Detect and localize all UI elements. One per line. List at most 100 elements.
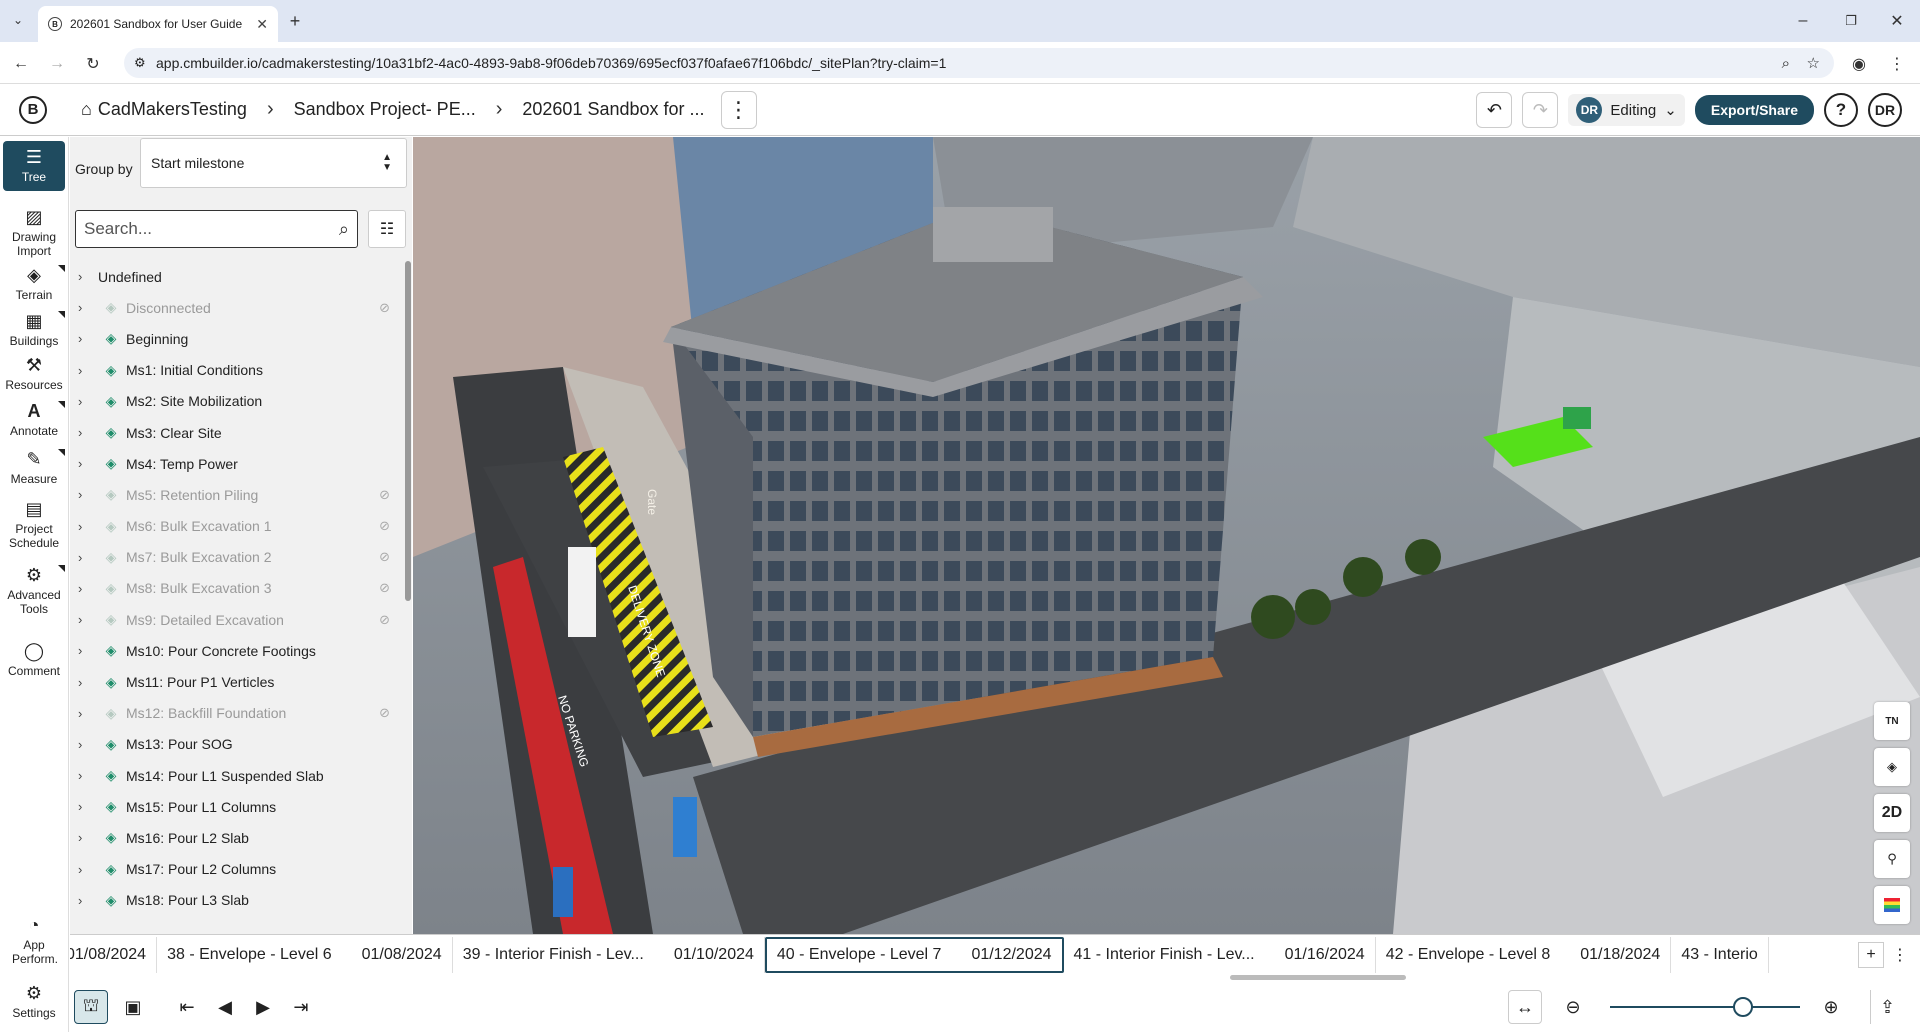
timeline-step[interactable]: 40 - Envelope - Level 7 01/12/2024	[764, 936, 1064, 973]
user-avatar[interactable]: DR	[1868, 93, 1902, 127]
presentation-button[interactable]: ▣	[116, 990, 150, 1024]
last-step-button[interactable]: ⇥	[284, 990, 318, 1024]
chevron-right-icon[interactable]: ›	[78, 487, 92, 502]
rail-resources[interactable]: ⚒ Resources	[3, 355, 65, 392]
tree-row[interactable]: › ◈ Ms10: Pour Concrete Footings	[70, 635, 404, 666]
panel-scrollbar[interactable]	[404, 261, 412, 921]
chevron-right-icon[interactable]: ›	[78, 394, 92, 409]
site-view-button[interactable]: ⛫	[74, 990, 108, 1024]
tree-row[interactable]: › ◈ Ms2: Site Mobilization	[70, 386, 404, 417]
zoom-slider-track[interactable]	[1610, 1006, 1800, 1008]
tree-row[interactable]: › ◈ Ms4: Temp Power	[70, 448, 404, 479]
site-info-icon[interactable]: ⚙	[134, 55, 146, 71]
timeline-scrollbar[interactable]	[1230, 975, 1406, 980]
3d-viewport[interactable]: NO PARKING DELIVERY ZONE Gate TN ◈ 2D ⚲	[413, 137, 1920, 934]
rail-app-performance[interactable]: ◔ App Perform.	[3, 915, 65, 966]
zoom-in-button[interactable]: ⊕	[1814, 990, 1848, 1024]
tree-row[interactable]: › ◈ Ms7: Bulk Excavation 2 ⊘	[70, 542, 404, 573]
tree-row[interactable]: › Undefined	[70, 261, 404, 292]
hidden-eye-icon[interactable]: ⊘	[379, 300, 390, 316]
window-close-icon[interactable]: ✕	[1886, 10, 1908, 32]
export-view-button[interactable]: ⇪	[1870, 990, 1904, 1024]
chevron-right-icon[interactable]: ›	[78, 675, 92, 690]
export-share-button[interactable]: Export/Share	[1694, 95, 1814, 125]
chevron-right-icon[interactable]: ›	[78, 768, 92, 783]
browser-tab[interactable]: B 202601 Sandbox for User Guide ✕	[38, 6, 278, 42]
tree-row[interactable]: › ◈ Ms9: Detailed Excavation ⊘	[70, 604, 404, 635]
walk-mode-button[interactable]: ⚲	[1874, 840, 1910, 878]
chevron-right-icon[interactable]: ›	[78, 269, 92, 284]
breadcrumb-org[interactable]: ⌂ CadMakersTesting	[81, 99, 247, 120]
tree-row[interactable]: › ◈ Ms14: Pour L1 Suspended Slab	[70, 760, 404, 791]
chevron-right-icon[interactable]: ›	[78, 519, 92, 534]
tree-row[interactable]: › ◈ Ms17: Pour L2 Columns	[70, 854, 404, 885]
hidden-eye-icon[interactable]: ⊘	[379, 612, 390, 628]
undo-button[interactable]: ↶	[1476, 92, 1513, 128]
minimize-icon[interactable]: –	[1792, 10, 1814, 32]
hidden-eye-icon[interactable]: ⊘	[379, 580, 390, 596]
timeline-step[interactable]: 42 - Envelope - Level 8 01/18/2024	[1376, 936, 1672, 973]
group-by-select[interactable]: Start milestone ▲ ▼	[140, 138, 407, 188]
zoom-out-button[interactable]: ⊖	[1556, 990, 1590, 1024]
zoom-slider-thumb[interactable]	[1733, 997, 1753, 1017]
chevron-right-icon[interactable]: ›	[78, 456, 92, 471]
true-north-button[interactable]: TN	[1874, 702, 1910, 740]
tree-row[interactable]: › ◈ Ms11: Pour P1 Verticles	[70, 666, 404, 697]
timeline-menu-icon[interactable]: ⋮	[1890, 945, 1910, 965]
tree-row[interactable]: › ◈ Beginning	[70, 323, 404, 354]
chevron-right-icon[interactable]: ›	[78, 830, 92, 845]
rail-settings[interactable]: ⚙ Settings	[3, 983, 65, 1020]
hidden-eye-icon[interactable]: ⊘	[379, 705, 390, 721]
forward-arrow-icon[interactable]: →	[46, 53, 68, 75]
hidden-eye-icon[interactable]: ⊘	[379, 549, 390, 565]
tree-row[interactable]: › ◈ Ms18: Pour L3 Slab	[70, 885, 404, 916]
redo-button[interactable]: ↷	[1522, 92, 1559, 128]
rail-measure[interactable]: ✎ Measure	[3, 449, 65, 486]
timeline-step[interactable]: 43 - Interio	[1671, 936, 1769, 973]
tree-row[interactable]: › ◈ Ms5: Retention Piling ⊘	[70, 479, 404, 510]
rail-comment[interactable]: ◯ Comment	[3, 641, 65, 678]
chevron-right-icon[interactable]: ›	[78, 706, 92, 721]
tree-row[interactable]: › ◈ Ms3: Clear Site	[70, 417, 404, 448]
rail-buildings[interactable]: ▦ Buildings	[3, 311, 65, 348]
back-arrow-icon[interactable]: ←	[10, 53, 32, 75]
url-field[interactable]: ⚙ app.cmbuilder.io/cadmakerstesting/10a3…	[124, 48, 1834, 78]
filter-list-button[interactable]: ☷	[368, 210, 406, 248]
timeline-step[interactable]: 01/08/2024	[70, 936, 158, 973]
color-legend-button[interactable]	[1874, 886, 1910, 924]
rail-drawing-import[interactable]: ▨ Drawing Import	[3, 207, 65, 258]
tree-row[interactable]: › ◈ Ms15: Pour L1 Columns	[70, 791, 404, 822]
tree-row[interactable]: ›◈Ms19: Tower Crane⊘	[70, 916, 404, 923]
timeline-step[interactable]: 41 - Interior Finish - Lev... 01/16/2024	[1064, 936, 1376, 973]
chevron-right-icon[interactable]: ›	[78, 612, 92, 627]
reload-icon[interactable]: ↻	[82, 53, 104, 75]
rail-terrain[interactable]: ◈ Terrain	[3, 265, 65, 302]
rail-advanced-tools[interactable]: ⚙ Advanced Tools	[3, 565, 65, 616]
chevron-right-icon[interactable]: ›	[78, 550, 92, 565]
tab-list-chevron-icon[interactable]: ⌄	[8, 10, 28, 30]
first-step-button[interactable]: ⇤	[170, 990, 204, 1024]
tree-row[interactable]: › ◈ Ms12: Backfill Foundation ⊘	[70, 698, 404, 729]
chevron-right-icon[interactable]: ›	[78, 581, 92, 596]
mode-dropdown[interactable]: DR Editing ⌄	[1568, 94, 1685, 126]
rail-project-schedule[interactable]: ▤ Project Schedule	[3, 499, 65, 550]
tree-row[interactable]: › ◈ Disconnected ⊘	[70, 292, 404, 323]
fit-timeline-button[interactable]: ↔	[1508, 990, 1542, 1024]
tree-row[interactable]: › ◈ Ms1: Initial Conditions	[70, 355, 404, 386]
chevron-right-icon[interactable]: ›	[78, 300, 92, 315]
chevron-right-icon[interactable]: ›	[78, 862, 92, 877]
tree-row[interactable]: › ◈ Ms6: Bulk Excavation 1 ⊘	[70, 511, 404, 542]
chevron-right-icon[interactable]: ›	[78, 737, 92, 752]
timeline-step[interactable]: 39 - Interior Finish - Lev... 01/10/2024	[453, 936, 765, 973]
hidden-eye-icon[interactable]: ⊘	[379, 518, 390, 534]
chevron-right-icon[interactable]: ›	[78, 331, 92, 346]
chevron-right-icon[interactable]: ›	[78, 643, 92, 658]
zoom-lens-icon[interactable]: ⌕	[1782, 55, 1790, 72]
bookmark-star-icon[interactable]: ☆	[1807, 54, 1820, 72]
rail-annotate[interactable]: A Annotate	[3, 401, 65, 438]
hidden-eye-icon[interactable]: ⊘	[379, 487, 390, 503]
chevron-right-icon[interactable]: ›	[78, 363, 92, 378]
tree-row[interactable]: › ◈ Ms8: Bulk Excavation 3 ⊘	[70, 573, 404, 604]
scrollbar-thumb[interactable]	[405, 261, 411, 601]
breadcrumb-project[interactable]: Sandbox Project- PE...	[294, 99, 476, 120]
